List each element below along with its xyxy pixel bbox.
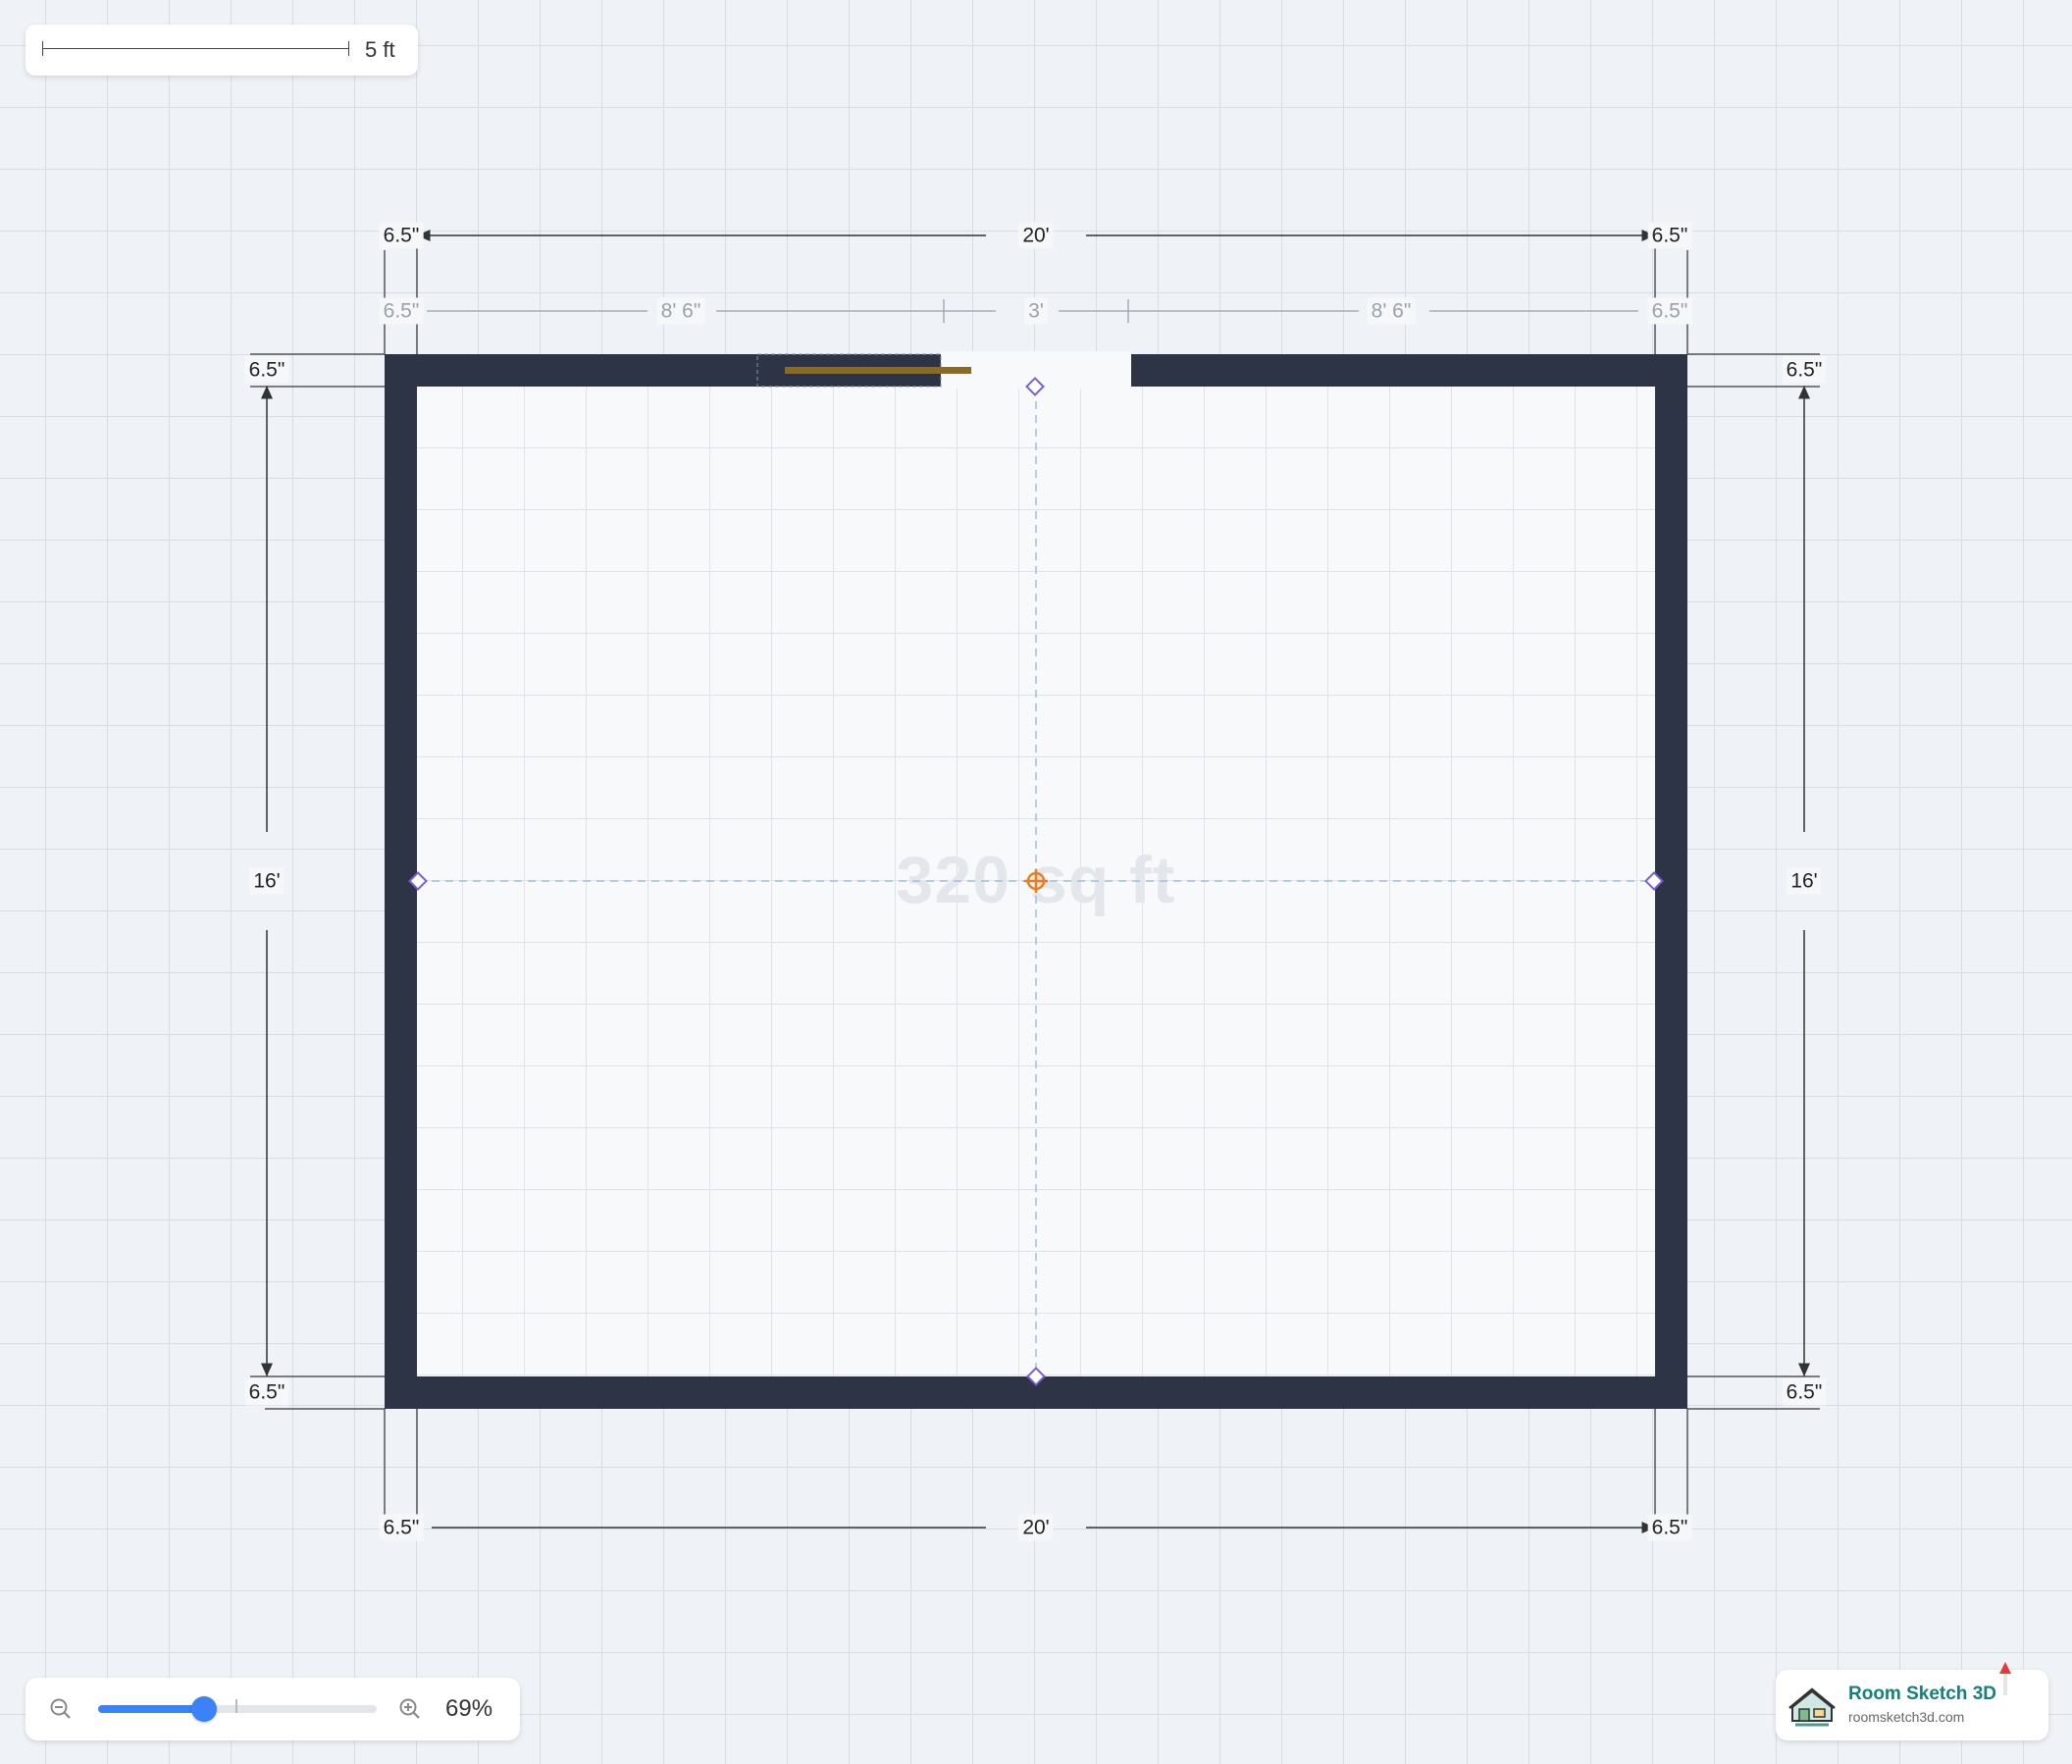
dim-right-top-end: 6.5" — [1782, 356, 1827, 384]
zoom-control: 69% — [26, 1678, 520, 1740]
zoom-slider-thumb[interactable] — [190, 1696, 217, 1722]
dim-bottom-overall[interactable]: 20' — [1018, 1514, 1054, 1541]
zoom-slider-fill — [98, 1705, 204, 1713]
house-logo-icon — [1788, 1687, 1836, 1727]
dim-seg-right[interactable]: 8' 6" — [1367, 297, 1416, 325]
dim-seg-right-end: 6.5" — [1647, 297, 1692, 325]
dim-left-top-end: 6.5" — [244, 356, 289, 384]
zoom-slider-tick — [235, 1699, 237, 1713]
brand-url: roomsketch3d.com — [1848, 1709, 1965, 1725]
dim-left-length[interactable]: 16' — [249, 867, 285, 895]
dim-bottom-left-end: 6.5" — [379, 1514, 424, 1541]
dim-seg-left-end: 6.5" — [379, 297, 424, 325]
pin-icon — [1999, 1662, 2011, 1695]
zoom-value: 69% — [445, 1695, 493, 1722]
center-handle — [1024, 869, 1048, 893]
dim-seg-door[interactable]: 3' — [1024, 297, 1048, 325]
dim-top-overall[interactable]: 20' — [1018, 222, 1054, 249]
dim-right-bottom-end: 6.5" — [1782, 1378, 1827, 1406]
plan-overlay — [250, 224, 1820, 1540]
dim-right-length[interactable]: 16' — [1787, 867, 1822, 895]
dim-top-right-end: 6.5" — [1647, 222, 1692, 249]
dim-top-left-end: 6.5" — [379, 222, 424, 249]
brand-name: Room Sketch 3D — [1848, 1684, 1996, 1704]
zoom-slider[interactable] — [98, 1696, 377, 1722]
zoom-in-icon[interactable] — [398, 1697, 422, 1721]
scale-bar — [42, 48, 348, 49]
scale-indicator: 5 ft — [26, 25, 418, 76]
door[interactable] — [756, 351, 1131, 389]
dim-seg-left[interactable]: 8' 6" — [656, 297, 705, 325]
scale-tick-end — [348, 41, 349, 56]
dim-left-bottom-end: 6.5" — [244, 1378, 289, 1406]
dim-bottom-right-end: 6.5" — [1647, 1514, 1692, 1541]
zoom-out-icon[interactable] — [49, 1697, 73, 1721]
scale-label: 5 ft — [365, 37, 395, 62]
